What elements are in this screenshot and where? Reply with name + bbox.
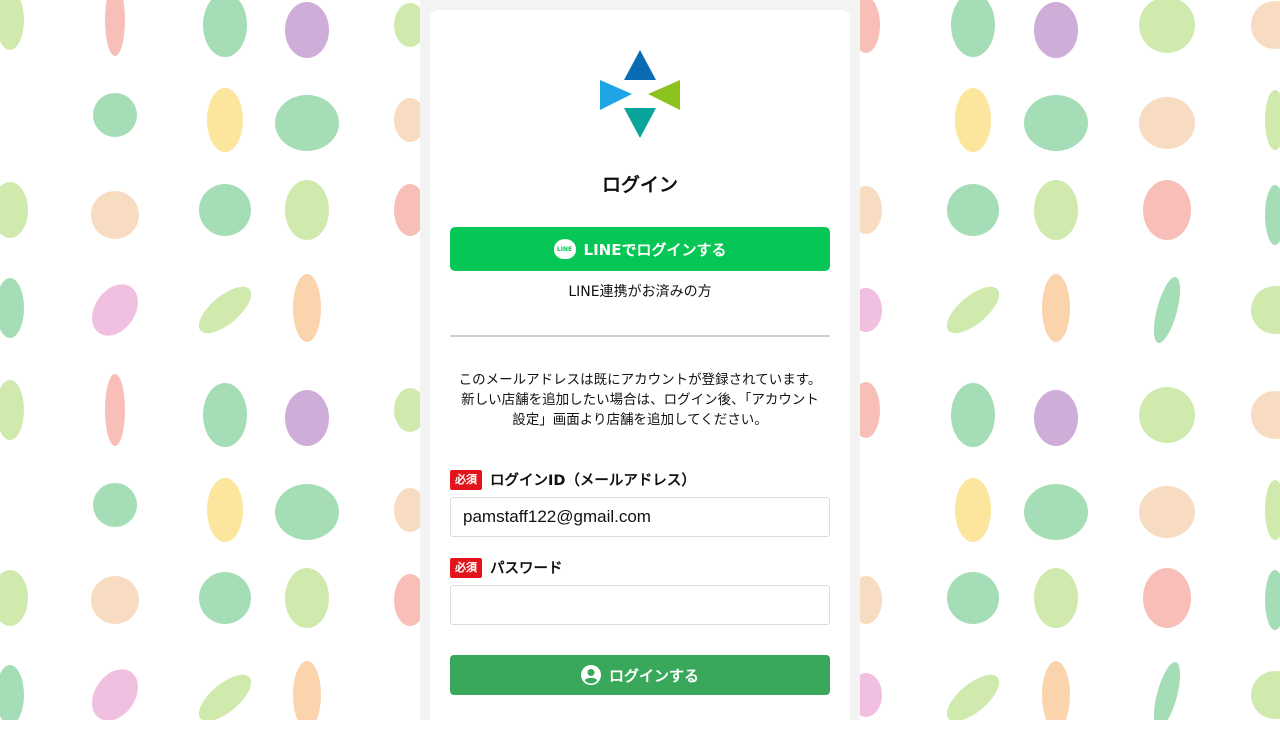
login-id-input[interactable] [450, 497, 830, 537]
broccoli-icon [93, 483, 137, 527]
pumpkin-icon [1024, 484, 1088, 540]
eggplant-icon [285, 390, 329, 446]
login-submit-button[interactable]: ログインする [450, 655, 830, 695]
required-badge: 必須 [450, 469, 482, 490]
corn-icon [207, 88, 243, 152]
corn-icon [955, 478, 991, 542]
line-login-button[interactable]: LINE LINEでログインする [450, 227, 830, 271]
broccoli-icon [93, 93, 137, 137]
chili-icon [105, 374, 125, 446]
bitter-melon-icon [203, 0, 247, 57]
potato-icon [1139, 97, 1195, 149]
login-id-label-row: 必須 ログインID（メールアドレス） [450, 469, 696, 490]
corn-icon [207, 478, 243, 542]
carrot-icon [293, 274, 321, 342]
edamame-icon [198, 286, 252, 334]
password-label: パスワード [490, 561, 563, 577]
potato-icon [1139, 486, 1195, 538]
garlic-icon [91, 191, 139, 239]
line-icon-text: LINE [556, 245, 573, 253]
avocado-icon [1034, 180, 1078, 240]
line-icon: LINE [553, 239, 576, 259]
chili-icon [105, 0, 125, 56]
corn-icon [955, 88, 991, 152]
edamame-icon [946, 286, 1000, 334]
shiso-icon [947, 572, 999, 624]
avocado-icon [1034, 568, 1078, 628]
carrot-icon [293, 661, 321, 720]
page-title: ログイン [601, 174, 678, 196]
bitter-melon-icon [951, 383, 995, 447]
bitter-melon-icon [203, 383, 247, 447]
divider [450, 335, 830, 337]
line-login-label: LINEでログインする [583, 240, 727, 259]
shiso-icon [199, 184, 251, 236]
notice-line: 新しい店舗を追加したい場合は、ログイン後、「アカウント [461, 392, 819, 408]
password-input[interactable] [450, 585, 830, 625]
green-chili-icon [1153, 277, 1181, 343]
sweet-potato-icon [92, 669, 138, 720]
line-note: LINE連携がお済みの方 [568, 284, 712, 300]
login-submit-label: ログインする [608, 666, 699, 685]
pumpkin-icon [1024, 95, 1088, 151]
avocado-icon [285, 180, 329, 240]
edamame-icon [946, 674, 1000, 720]
eggplant-icon [285, 2, 329, 58]
account-exists-notice: このメールアドレスは既にアカウントが登録されています。 新しい店舗を追加したい場… [450, 370, 830, 430]
pumpkin-icon [275, 484, 339, 540]
eggplant-icon [1034, 390, 1078, 446]
notice-line: 設定」画面より店舗を追加してください。 [512, 412, 768, 428]
notice-line: このメールアドレスは既にアカウントが登録されています。 [458, 372, 822, 388]
avocado-icon [285, 568, 329, 628]
sweet-potato-icon [92, 284, 138, 336]
carrot-icon [1042, 661, 1070, 720]
edamame-icon [198, 674, 252, 720]
pumpkin-icon [275, 95, 339, 151]
garlic-icon [91, 576, 139, 624]
required-badge: 必須 [450, 557, 482, 578]
user-circle-icon [580, 665, 601, 685]
carrot-icon [1042, 274, 1070, 342]
bell-pepper-icon [1143, 180, 1191, 240]
green-chili-icon [1153, 662, 1181, 720]
cabbage-icon [1139, 0, 1195, 53]
password-label-row: 必須 パスワード [450, 557, 563, 578]
bell-pepper-icon [1143, 568, 1191, 628]
shiso-icon [199, 572, 251, 624]
eggplant-icon [1034, 2, 1078, 58]
bitter-melon-icon [951, 0, 995, 57]
cabbage-icon [1139, 387, 1195, 443]
brand-logo-icon [600, 50, 680, 138]
login-id-label: ログインID（メールアドレス） [490, 473, 696, 489]
shiso-icon [947, 184, 999, 236]
